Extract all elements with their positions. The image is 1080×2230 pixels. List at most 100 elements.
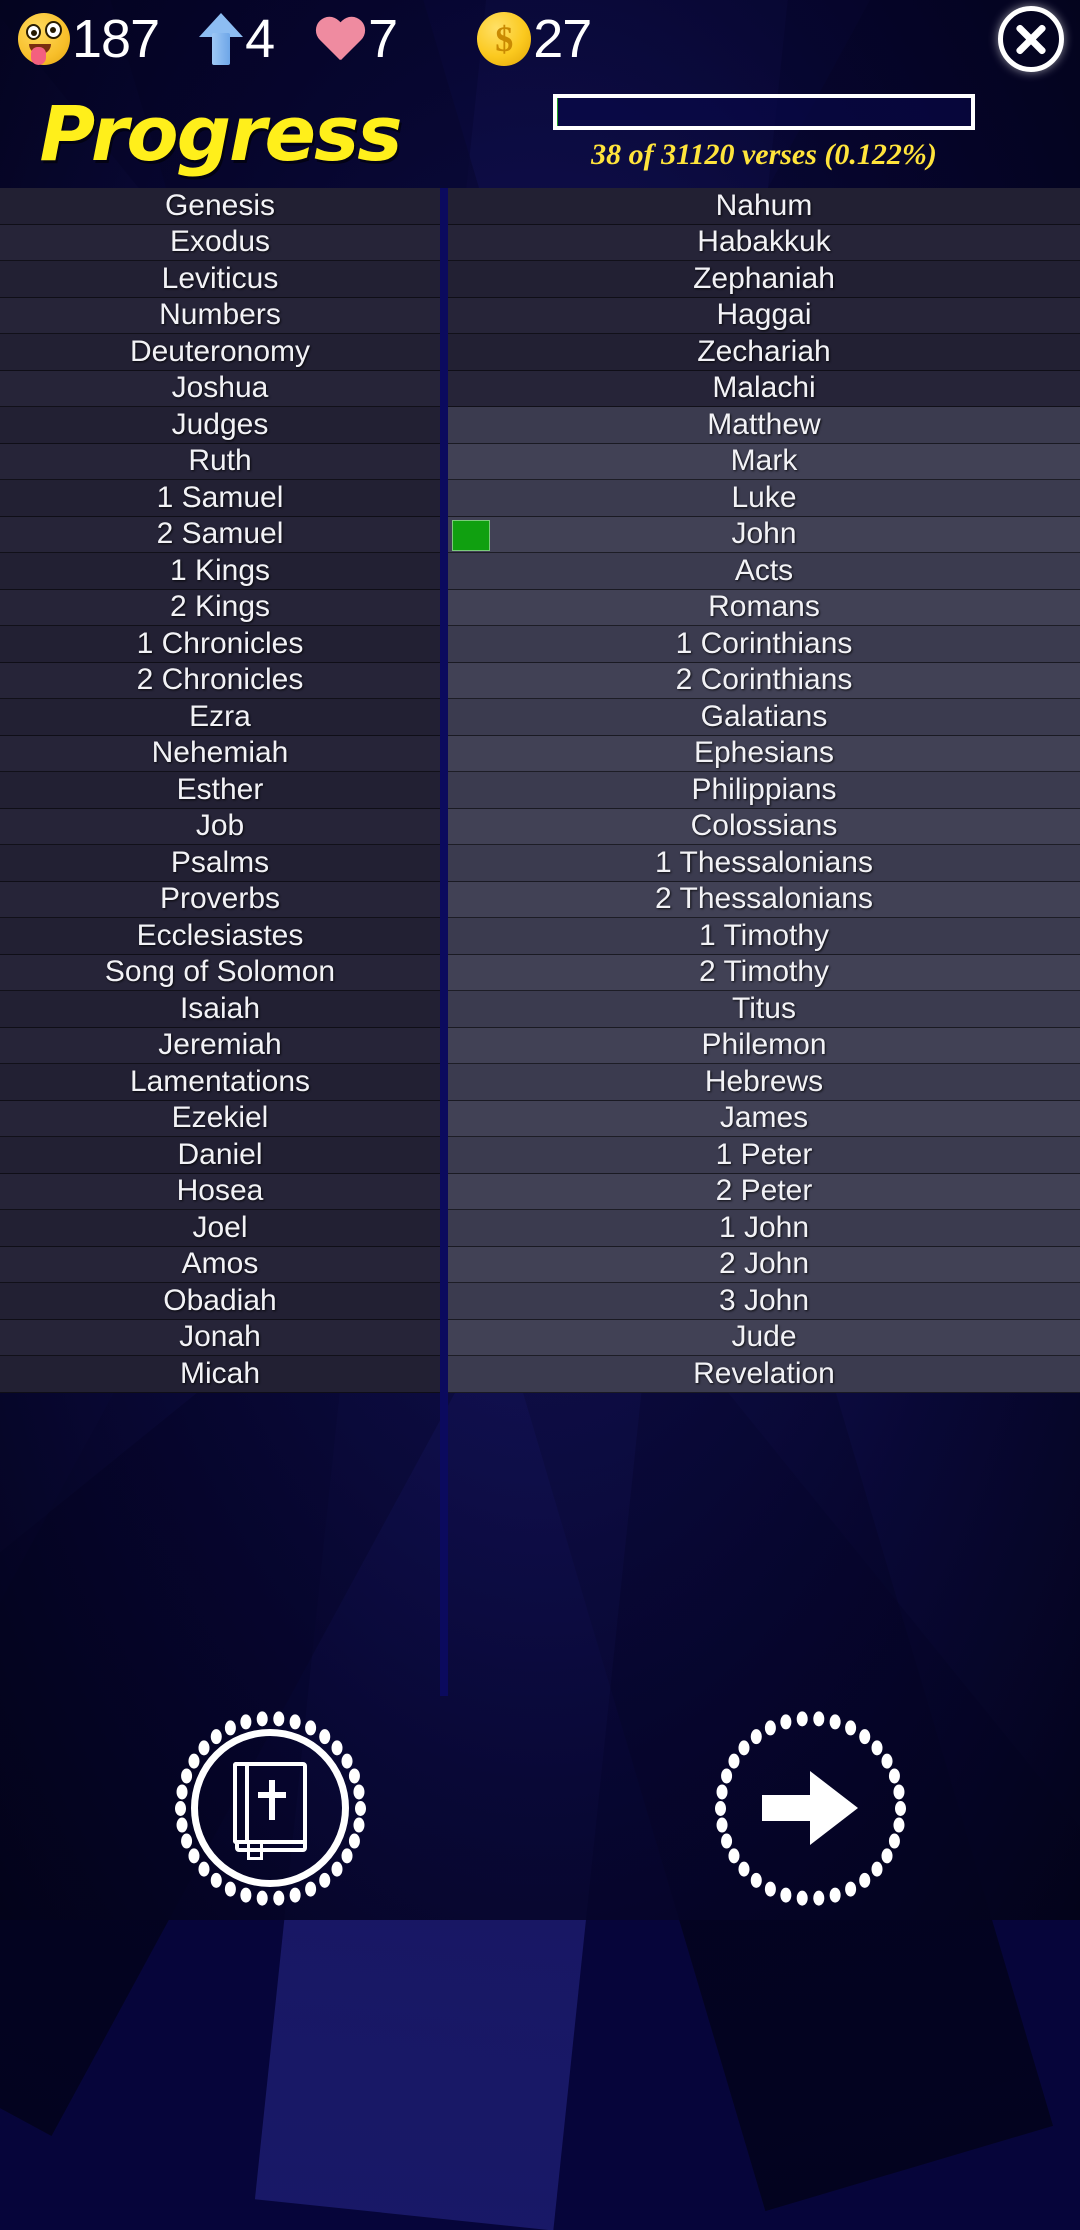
- book-row[interactable]: Revelation: [448, 1356, 1080, 1393]
- book-name: 2 Thessalonians: [655, 882, 873, 916]
- book-row[interactable]: 1 Chronicles: [0, 626, 440, 663]
- book-row[interactable]: Ezra: [0, 699, 440, 736]
- right-arrow-icon: [762, 1771, 858, 1845]
- book-row[interactable]: Esther: [0, 772, 440, 809]
- book-row[interactable]: Psalms: [0, 845, 440, 882]
- book-row[interactable]: Zephaniah: [448, 261, 1080, 298]
- book-row[interactable]: Titus: [448, 991, 1080, 1028]
- book-row[interactable]: 2 John: [448, 1246, 1080, 1283]
- book-name: Nahum: [715, 188, 813, 222]
- book-name: 1 Corinthians: [675, 626, 853, 660]
- book-row[interactable]: Deuteronomy: [0, 334, 440, 371]
- book-row[interactable]: Nehemiah: [0, 735, 440, 772]
- book-row[interactable]: 1 Samuel: [0, 480, 440, 517]
- book-row[interactable]: Galatians: [448, 699, 1080, 736]
- book-row[interactable]: Mark: [448, 443, 1080, 480]
- book-name: Leviticus: [161, 261, 279, 295]
- book-row[interactable]: Judges: [0, 407, 440, 444]
- book-row[interactable]: 1 Kings: [0, 553, 440, 590]
- book-row[interactable]: Jeremiah: [0, 1027, 440, 1064]
- book-row[interactable]: Ezekiel: [0, 1100, 440, 1137]
- book-row[interactable]: 3 John: [448, 1283, 1080, 1320]
- book-row[interactable]: Jude: [448, 1319, 1080, 1356]
- book-row[interactable]: Isaiah: [0, 991, 440, 1028]
- book-row[interactable]: 2 Kings: [0, 589, 440, 626]
- page-title: Progress: [39, 88, 403, 178]
- book-row[interactable]: Haggai: [448, 297, 1080, 334]
- book-row[interactable]: Luke: [448, 480, 1080, 517]
- book-name: Matthew: [707, 407, 821, 441]
- book-name: Philippians: [691, 772, 837, 806]
- book-row[interactable]: Genesis: [0, 188, 440, 225]
- book-row[interactable]: Joel: [0, 1210, 440, 1247]
- book-row[interactable]: Nahum: [448, 188, 1080, 225]
- book-name: Philemon: [701, 1028, 827, 1062]
- book-row[interactable]: Habakkuk: [448, 224, 1080, 261]
- book-row[interactable]: 2 Corinthians: [448, 662, 1080, 699]
- book-row[interactable]: Song of Solomon: [0, 954, 440, 991]
- book-row[interactable]: Joshua: [0, 370, 440, 407]
- book-row[interactable]: Job: [0, 808, 440, 845]
- book-row[interactable]: Romans: [448, 589, 1080, 626]
- book-row[interactable]: James: [448, 1100, 1080, 1137]
- book-row[interactable]: 1 John: [448, 1210, 1080, 1247]
- book-row[interactable]: Philemon: [448, 1027, 1080, 1064]
- book-row[interactable]: Ecclesiastes: [0, 918, 440, 955]
- smiling-face-with-tongue-icon: [18, 13, 70, 65]
- book-name: Joshua: [171, 371, 269, 405]
- book-row[interactable]: Matthew: [448, 407, 1080, 444]
- book-row[interactable]: 1 Peter: [448, 1137, 1080, 1174]
- book-name: Judges: [171, 407, 269, 441]
- book-row[interactable]: 1 Corinthians: [448, 626, 1080, 663]
- book-name: Nehemiah: [151, 736, 289, 770]
- lives-stat: 7: [274, 12, 398, 66]
- book-row[interactable]: 2 Thessalonians: [448, 881, 1080, 918]
- book-name: 1 Thessalonians: [655, 845, 873, 879]
- book-row[interactable]: Hosea: [0, 1173, 440, 1210]
- coin-icon: $: [477, 12, 532, 66]
- book-name: Proverbs: [159, 882, 281, 916]
- coins-stat: $ 27: [459, 12, 592, 66]
- book-row[interactable]: 2 Peter: [448, 1173, 1080, 1210]
- heart-icon: [314, 16, 366, 62]
- book-row[interactable]: Lamentations: [0, 1064, 440, 1101]
- book-row[interactable]: Colossians: [448, 808, 1080, 845]
- book-row[interactable]: Malachi: [448, 370, 1080, 407]
- book-row[interactable]: Amos: [0, 1246, 440, 1283]
- book-row[interactable]: 1 Timothy: [448, 918, 1080, 955]
- next-button[interactable]: [714, 1710, 906, 1906]
- book-name: Revelation: [693, 1356, 835, 1390]
- book-name: 1 John: [718, 1210, 810, 1244]
- book-row[interactable]: Daniel: [0, 1137, 440, 1174]
- score-stat: 187: [0, 12, 160, 66]
- book-row[interactable]: Leviticus: [0, 261, 440, 298]
- book-row[interactable]: Micah: [0, 1356, 440, 1393]
- progress-bar: [553, 94, 975, 130]
- book-name: 1 Samuel: [156, 480, 284, 514]
- book-name: Ruth: [188, 444, 252, 478]
- book-row[interactable]: Numbers: [0, 297, 440, 334]
- book-row[interactable]: Proverbs: [0, 881, 440, 918]
- close-button[interactable]: [998, 6, 1064, 72]
- book-name: 1 Peter: [715, 1137, 813, 1171]
- book-row[interactable]: John: [448, 516, 1080, 553]
- book-row[interactable]: Ruth: [0, 443, 440, 480]
- book-row[interactable]: Jonah: [0, 1319, 440, 1356]
- book-row[interactable]: 1 Thessalonians: [448, 845, 1080, 882]
- bible-button-cell: [0, 1696, 540, 1920]
- book-row[interactable]: Exodus: [0, 224, 440, 261]
- book-row[interactable]: Philippians: [448, 772, 1080, 809]
- book-row[interactable]: Ephesians: [448, 735, 1080, 772]
- next-button-cell: [540, 1696, 1080, 1920]
- book-name: Micah: [179, 1356, 261, 1390]
- book-name: Luke: [731, 480, 797, 514]
- book-row[interactable]: Zechariah: [448, 334, 1080, 371]
- book-row[interactable]: 2 Samuel: [0, 516, 440, 553]
- book-row[interactable]: 2 Chronicles: [0, 662, 440, 699]
- book-row[interactable]: Acts: [448, 553, 1080, 590]
- bible-button[interactable]: [174, 1710, 366, 1906]
- book-row[interactable]: Hebrews: [448, 1064, 1080, 1101]
- book-row[interactable]: 2 Timothy: [448, 954, 1080, 991]
- book-name: Galatians: [700, 699, 828, 733]
- book-row[interactable]: Obadiah: [0, 1283, 440, 1320]
